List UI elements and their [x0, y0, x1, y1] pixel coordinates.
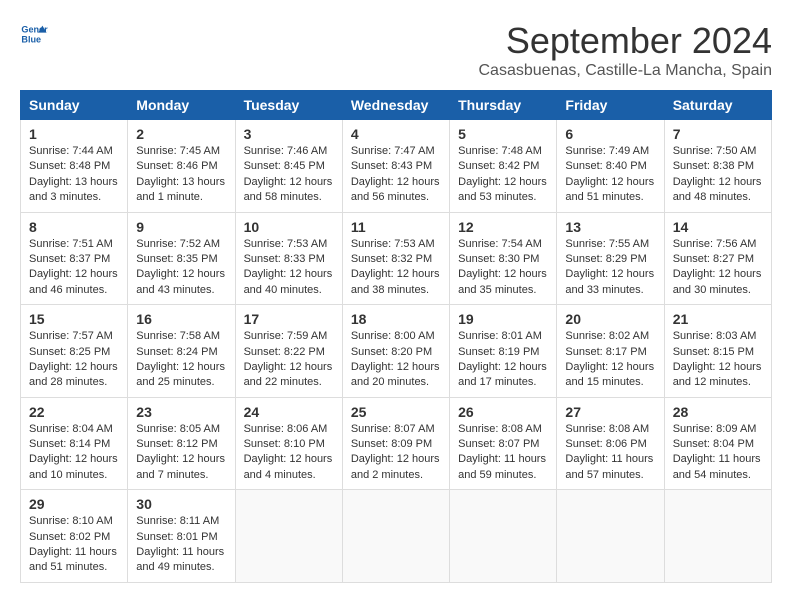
- col-saturday: Saturday: [664, 91, 771, 120]
- week-row-3: 15Sunrise: 7:57 AMSunset: 8:25 PMDayligh…: [21, 305, 772, 398]
- day-cell-empty: [557, 490, 664, 583]
- day-cell-empty: [450, 490, 557, 583]
- day-cell-20: 20Sunrise: 8:02 AMSunset: 8:17 PMDayligh…: [557, 305, 664, 398]
- col-wednesday: Wednesday: [342, 91, 449, 120]
- day-cell-8: 8Sunrise: 7:51 AMSunset: 8:37 PMDaylight…: [21, 212, 128, 305]
- day-cell-14: 14Sunrise: 7:56 AMSunset: 8:27 PMDayligh…: [664, 212, 771, 305]
- day-cell-21: 21Sunrise: 8:03 AMSunset: 8:15 PMDayligh…: [664, 305, 771, 398]
- day-cell-25: 25Sunrise: 8:07 AMSunset: 8:09 PMDayligh…: [342, 397, 449, 490]
- day-cell-7: 7Sunrise: 7:50 AMSunset: 8:38 PMDaylight…: [664, 120, 771, 213]
- main-title: September 2024: [479, 20, 773, 62]
- logo: General Blue: [20, 20, 48, 48]
- day-cell-empty: [342, 490, 449, 583]
- day-cell-5: 5Sunrise: 7:48 AMSunset: 8:42 PMDaylight…: [450, 120, 557, 213]
- col-tuesday: Tuesday: [235, 91, 342, 120]
- day-cell-22: 22Sunrise: 8:04 AMSunset: 8:14 PMDayligh…: [21, 397, 128, 490]
- day-cell-6: 6Sunrise: 7:49 AMSunset: 8:40 PMDaylight…: [557, 120, 664, 213]
- logo-icon: General Blue: [20, 20, 48, 48]
- subtitle: Casasbuenas, Castille-La Mancha, Spain: [479, 62, 773, 80]
- day-cell-24: 24Sunrise: 8:06 AMSunset: 8:10 PMDayligh…: [235, 397, 342, 490]
- day-cell-15: 15Sunrise: 7:57 AMSunset: 8:25 PMDayligh…: [21, 305, 128, 398]
- header-row: Sunday Monday Tuesday Wednesday Thursday…: [21, 91, 772, 120]
- day-cell-4: 4Sunrise: 7:47 AMSunset: 8:43 PMDaylight…: [342, 120, 449, 213]
- week-row-4: 22Sunrise: 8:04 AMSunset: 8:14 PMDayligh…: [21, 397, 772, 490]
- week-row-2: 8Sunrise: 7:51 AMSunset: 8:37 PMDaylight…: [21, 212, 772, 305]
- svg-text:Blue: Blue: [21, 34, 41, 44]
- day-cell-13: 13Sunrise: 7:55 AMSunset: 8:29 PMDayligh…: [557, 212, 664, 305]
- day-cell-12: 12Sunrise: 7:54 AMSunset: 8:30 PMDayligh…: [450, 212, 557, 305]
- day-cell-28: 28Sunrise: 8:09 AMSunset: 8:04 PMDayligh…: [664, 397, 771, 490]
- day-cell-9: 9Sunrise: 7:52 AMSunset: 8:35 PMDaylight…: [128, 212, 235, 305]
- col-sunday: Sunday: [21, 91, 128, 120]
- day-cell-10: 10Sunrise: 7:53 AMSunset: 8:33 PMDayligh…: [235, 212, 342, 305]
- day-cell-26: 26Sunrise: 8:08 AMSunset: 8:07 PMDayligh…: [450, 397, 557, 490]
- day-cell-empty: [664, 490, 771, 583]
- day-cell-16: 16Sunrise: 7:58 AMSunset: 8:24 PMDayligh…: [128, 305, 235, 398]
- header: General Blue September 2024 Casasbuenas,…: [20, 20, 772, 80]
- week-row-5: 29Sunrise: 8:10 AMSunset: 8:02 PMDayligh…: [21, 490, 772, 583]
- day-cell-11: 11Sunrise: 7:53 AMSunset: 8:32 PMDayligh…: [342, 212, 449, 305]
- calendar: Sunday Monday Tuesday Wednesday Thursday…: [20, 90, 772, 583]
- day-cell-27: 27Sunrise: 8:08 AMSunset: 8:06 PMDayligh…: [557, 397, 664, 490]
- day-cell-30: 30Sunrise: 8:11 AMSunset: 8:01 PMDayligh…: [128, 490, 235, 583]
- day-cell-18: 18Sunrise: 8:00 AMSunset: 8:20 PMDayligh…: [342, 305, 449, 398]
- day-cell-empty: [235, 490, 342, 583]
- day-cell-2: 2Sunrise: 7:45 AMSunset: 8:46 PMDaylight…: [128, 120, 235, 213]
- day-cell-1: 1Sunrise: 7:44 AMSunset: 8:48 PMDaylight…: [21, 120, 128, 213]
- col-monday: Monday: [128, 91, 235, 120]
- day-cell-3: 3Sunrise: 7:46 AMSunset: 8:45 PMDaylight…: [235, 120, 342, 213]
- week-row-1: 1Sunrise: 7:44 AMSunset: 8:48 PMDaylight…: [21, 120, 772, 213]
- day-cell-29: 29Sunrise: 8:10 AMSunset: 8:02 PMDayligh…: [21, 490, 128, 583]
- day-cell-17: 17Sunrise: 7:59 AMSunset: 8:22 PMDayligh…: [235, 305, 342, 398]
- day-cell-19: 19Sunrise: 8:01 AMSunset: 8:19 PMDayligh…: [450, 305, 557, 398]
- col-thursday: Thursday: [450, 91, 557, 120]
- title-section: September 2024 Casasbuenas, Castille-La …: [479, 20, 773, 80]
- day-cell-23: 23Sunrise: 8:05 AMSunset: 8:12 PMDayligh…: [128, 397, 235, 490]
- col-friday: Friday: [557, 91, 664, 120]
